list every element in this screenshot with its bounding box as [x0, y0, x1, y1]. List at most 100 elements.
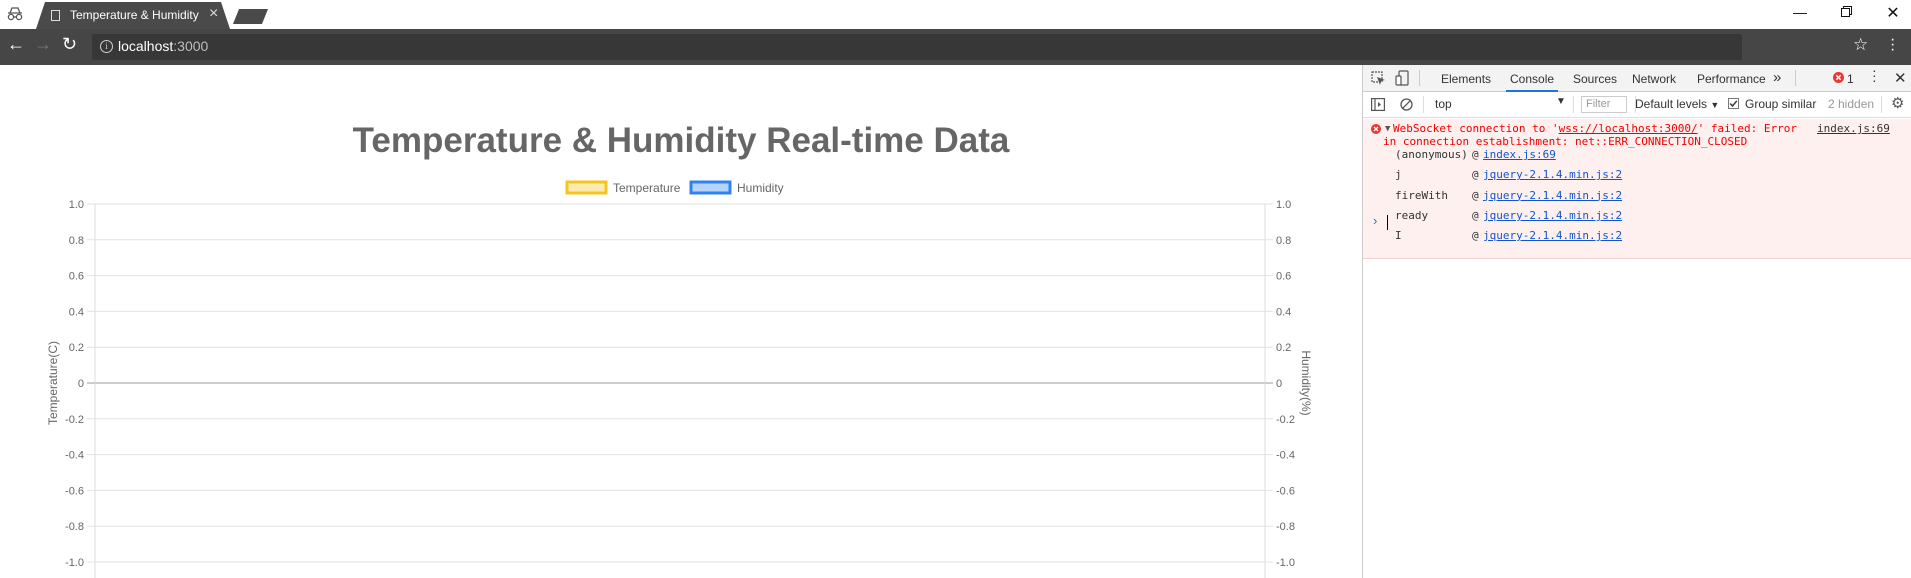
stack-frame-at: @: [1472, 148, 1479, 161]
y2-tick-label: -0.2: [1276, 414, 1295, 426]
tab-strip: Temperature & Humidity × — ✕: [0, 0, 1911, 29]
toolbar-divider: [1573, 96, 1574, 113]
console-prompt-icon: ›: [1373, 213, 1378, 228]
stack-frame-at: @: [1472, 229, 1479, 243]
log-levels-label: Default levels: [1635, 97, 1708, 111]
y2-axis-label: Humidity(%): [1299, 350, 1313, 415]
y2-tick-label: 0: [1276, 378, 1282, 390]
expand-triangle-icon[interactable]: ▼: [1385, 124, 1390, 134]
browser-menu-icon[interactable]: · · ·: [1890, 32, 1895, 58]
back-arrow-icon[interactable]: ←: [7, 34, 25, 55]
y2-tick-label: 0.6: [1276, 271, 1291, 283]
address-bar[interactable]: i localhost:3000: [92, 34, 1742, 60]
console-sidebar-icon[interactable]: [1371, 98, 1385, 111]
stack-frame-link[interactable]: jquery-2.1.4.min.js:2: [1483, 168, 1622, 181]
context-selector[interactable]: top: [1435, 97, 1452, 111]
browser-tab[interactable]: Temperature & Humidity ×: [36, 2, 230, 29]
y-tick-label: 0.8: [69, 235, 84, 247]
error-line-1: WebSocket connection to 'wss://localhost…: [1393, 122, 1797, 135]
clear-console-icon[interactable]: [1400, 98, 1413, 111]
y-axis-label: Temperature(C): [46, 341, 60, 425]
y2-tick-label: -0.8: [1276, 521, 1295, 533]
y2-tick-label: -1.0: [1276, 557, 1295, 569]
legend-label: Temperature: [613, 181, 681, 195]
console-toolbar: top ▼ Filter Default levels ▼ Group simi…: [1363, 92, 1911, 118]
y-tick-label: -0.8: [65, 521, 84, 533]
stack-frame-link[interactable]: jquery-2.1.4.min.js:2: [1483, 229, 1622, 242]
tab-network[interactable]: Network: [1632, 72, 1676, 86]
legend-swatch: [689, 180, 732, 195]
y-tick-label: 0: [78, 378, 84, 390]
device-toolbar-icon[interactable]: [1395, 70, 1410, 86]
hidden-count: 2 hidden: [1828, 97, 1875, 111]
y2-tick-label: 0.8: [1276, 235, 1291, 247]
levels-dropdown-icon: ▼: [1710, 100, 1720, 110]
legend-label: Humidity: [737, 181, 784, 195]
stack-frame-at: @: [1472, 168, 1479, 182]
inspect-element-icon[interactable]: [1371, 71, 1386, 86]
tab-sources[interactable]: Sources: [1573, 72, 1617, 86]
url-text: localhost:3000: [118, 38, 209, 54]
console-filter-input[interactable]: Filter: [1581, 96, 1627, 113]
stack-frame-function: (anonymous): [1395, 148, 1468, 161]
site-info-icon[interactable]: i: [100, 40, 113, 53]
devtools-tab-bar: Elements Console Sources Network Perform…: [1363, 63, 1911, 92]
toolbar-divider: [1423, 96, 1424, 113]
stack-frame-function: fireWith: [1395, 188, 1448, 202]
error-count-icon[interactable]: [1833, 72, 1844, 83]
y2-tick-label: 1.0: [1276, 199, 1291, 211]
stack-frame-function: I: [1395, 229, 1402, 243]
bookmark-star-icon[interactable]: ☆: [1853, 35, 1868, 55]
y-tick-label: 0.2: [69, 342, 84, 354]
stack-frame-link[interactable]: jquery-2.1.4.min.js:2: [1483, 209, 1622, 222]
close-tab-icon[interactable]: ×: [209, 5, 218, 23]
tab-elements[interactable]: Elements: [1441, 72, 1491, 86]
context-dropdown-icon[interactable]: ▼: [1556, 96, 1566, 107]
more-tabs-icon[interactable]: »: [1773, 69, 1781, 86]
new-tab-button[interactable]: [232, 9, 269, 24]
console-input-caret[interactable]: [1387, 215, 1388, 230]
reload-icon[interactable]: ↻: [62, 34, 77, 55]
y-tick-label: 0.6: [69, 271, 84, 283]
y2-tick-label: -0.6: [1276, 485, 1295, 497]
y2-tick-label: 0.2: [1276, 342, 1291, 354]
devtools-menu-icon[interactable]: · · ·: [1872, 63, 1877, 87]
devtools-panel: Elements Console Sources Network Perform…: [1362, 63, 1911, 578]
restore-icon[interactable]: [1836, 4, 1856, 20]
console-settings-gear-icon[interactable]: ⚙: [1891, 94, 1904, 112]
tab-title: Temperature & Humidity: [70, 8, 199, 22]
log-levels-dropdown[interactable]: Default levels ▼: [1635, 97, 1719, 111]
error-url[interactable]: wss://localhost:3000/: [1559, 122, 1698, 135]
tab-performance[interactable]: Performance: [1697, 72, 1766, 86]
stack-frame-function: ready: [1395, 208, 1429, 222]
console-error-message: ▼ WebSocket connection to 'wss://localho…: [1363, 119, 1911, 259]
stack-frame-link[interactable]: jquery-2.1.4.min.js:2: [1483, 189, 1622, 202]
error-line-2: in connection establishment: net::ERR_CO…: [1383, 135, 1748, 148]
y-tick-label: 0.4: [69, 306, 84, 318]
close-window-icon[interactable]: ✕: [1883, 3, 1903, 23]
chart: 1.0 1.0 0.8 0.8 0.6 0.6 0.4 0.4 0.2 0.2 0 0 -0.2 -0.2…: [46, 180, 1313, 578]
y-tick-label: -0.6: [65, 485, 84, 497]
stack-frame-function: j: [1395, 168, 1402, 182]
error-icon: [1371, 124, 1381, 134]
incognito-icon: [7, 7, 23, 21]
tab-console[interactable]: Console: [1510, 72, 1554, 86]
y-tick-label: -0.4: [65, 450, 84, 462]
browser-toolbar: ← → ↻ i localhost:3000 ☆ · · ·: [0, 29, 1911, 65]
stack-frame-link[interactable]: index.js:69: [1483, 148, 1556, 161]
group-similar-checkbox[interactable]: [1728, 98, 1739, 109]
error-source-link[interactable]: index.js:69: [1817, 122, 1890, 135]
close-devtools-icon[interactable]: ✕: [1894, 69, 1907, 87]
group-similar-label[interactable]: Group similar: [1745, 97, 1816, 111]
error-count[interactable]: 1: [1847, 72, 1854, 86]
forward-arrow-icon[interactable]: →: [34, 34, 52, 55]
page-content: Temperature & Humidity Real-time Data 1.…: [0, 65, 1362, 578]
y2-tick-label: 0.4: [1276, 306, 1291, 318]
y-tick-label: -0.2: [65, 414, 84, 426]
legend-swatch: [565, 180, 608, 195]
minimize-icon[interactable]: —: [1790, 4, 1810, 20]
page-favicon-icon: [51, 10, 60, 21]
stack-frame-at: @: [1472, 208, 1479, 222]
toolbar-divider: [1795, 70, 1796, 86]
y-tick-label: -1.0: [65, 557, 84, 569]
